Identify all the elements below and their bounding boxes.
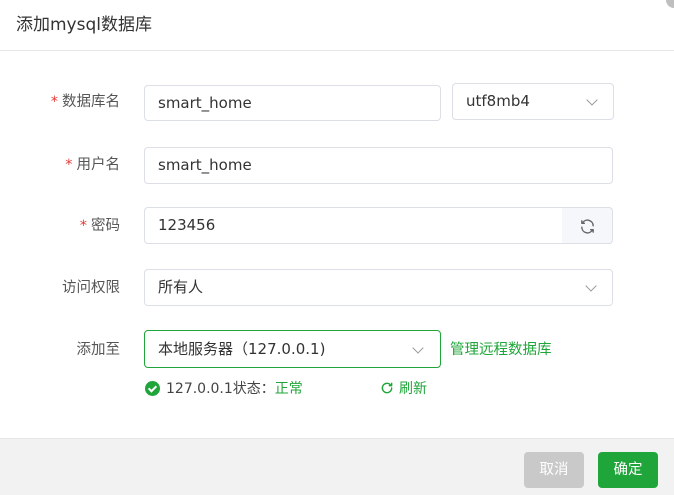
dialog-title: 添加mysql数据库 — [16, 15, 152, 35]
status-state: 正常 — [274, 381, 303, 397]
manage-remote-db-link[interactable]: 管理远程数据库 — [450, 340, 552, 360]
access-label: 访问权限 — [62, 280, 120, 296]
server-select[interactable]: 本地服务器（127.0.0.1) — [144, 330, 441, 368]
db-name-label: * 数据库名 — [50, 94, 120, 110]
db-name-input[interactable]: smart_home — [144, 85, 441, 121]
username-value: smart_home — [158, 156, 252, 174]
generate-password-button[interactable] — [562, 207, 613, 244]
username-label: * 用户名 — [65, 157, 120, 173]
server-value: 本地服务器（127.0.0.1) — [158, 340, 326, 358]
charset-value: utf8mb4 — [466, 92, 530, 110]
refresh-status-link[interactable]: 刷新 — [380, 379, 427, 399]
access-select[interactable]: 所有人 — [144, 269, 613, 306]
server-status: 127.0.0.1状态：正常 — [145, 379, 303, 399]
db-name-value: smart_home — [158, 94, 252, 112]
password-value: 123456 — [158, 216, 216, 234]
add-to-label: 添加至 — [76, 342, 121, 358]
dialog-header: 添加mysql数据库 — [0, 0, 674, 51]
password-label: * 密码 — [79, 218, 120, 234]
refresh-icon — [381, 382, 393, 394]
check-circle-icon — [145, 381, 160, 396]
cancel-button[interactable]: 取消 — [524, 452, 584, 488]
refresh-icon — [581, 219, 594, 234]
add-mysql-dialog: 添加mysql数据库 * 数据库名 smart_home utf8mb4 * 用户名… — [0, 0, 674, 495]
chevron-down-icon — [412, 342, 424, 354]
confirm-button[interactable]: 确定 — [598, 452, 658, 488]
access-value: 所有人 — [158, 278, 204, 296]
charset-select[interactable]: utf8mb4 — [452, 83, 614, 120]
chevron-down-icon — [586, 94, 598, 106]
chevron-down-icon — [585, 280, 597, 292]
password-input[interactable]: 123456 — [144, 207, 563, 244]
dialog-footer: 取消 确定 — [0, 438, 674, 495]
required-mark: * — [50, 94, 58, 110]
username-input[interactable]: smart_home — [144, 147, 613, 184]
